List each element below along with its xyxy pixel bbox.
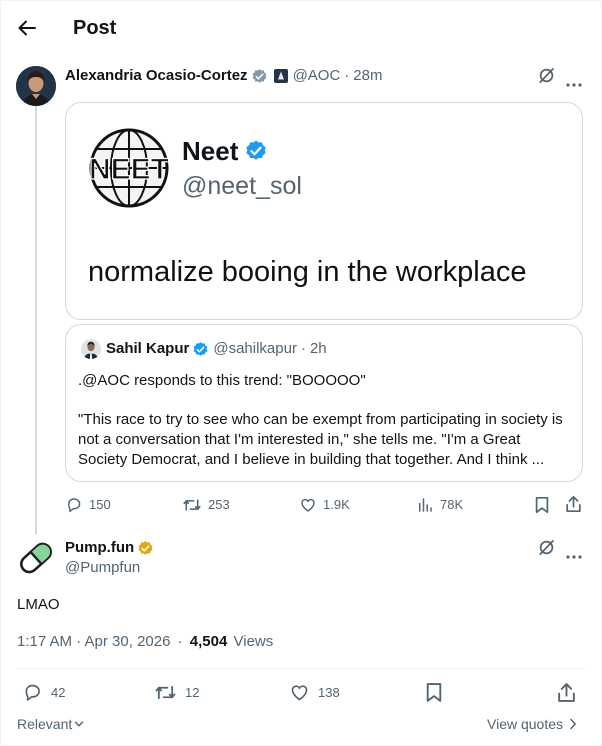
quoted-tweet[interactable]: Sahil Kapur @sahilkapur · 2h .@AOC respo… — [65, 324, 583, 482]
repost-icon — [155, 685, 176, 700]
repost-button[interactable]: 253 — [182, 496, 230, 514]
quoted-verified-icon — [192, 341, 209, 358]
reply-icon — [25, 684, 40, 701]
neet-logo: NEET — [88, 127, 170, 209]
reply-timestamp[interactable]: 1:17 AM · Apr 30, 2026 — [17, 633, 170, 650]
reply-repost-button[interactable]: 12 — [154, 682, 199, 703]
views-button[interactable]: 78K — [416, 496, 463, 514]
congress-affiliation-icon — [273, 69, 288, 83]
reply-repost-count: 12 — [185, 685, 200, 700]
tweet-image[interactable]: NEET Neet @neet_sol normalize booing in … — [65, 102, 583, 320]
neet-image-text: normalize booing in the workplace — [88, 256, 527, 288]
neet-name-row: Neet — [182, 136, 268, 166]
reply-views-label: Views — [233, 633, 274, 650]
quoted-time: 2h — [309, 340, 327, 357]
thread-line — [35, 106, 37, 534]
share-icon[interactable] — [565, 495, 582, 518]
reply-handle[interactable]: @Pumpfun — [65, 558, 140, 578]
back-arrow-icon[interactable] — [17, 18, 37, 38]
grok-icon[interactable] — [537, 66, 556, 90]
reply-button[interactable]: 150 — [65, 496, 111, 514]
parent-author-name[interactable]: Alexandria Ocasio-Cortez — [65, 66, 248, 86]
reply-meta-row: 1:17 AM · Apr 30, 2026 · 4,504 Views — [17, 632, 273, 652]
reply-count: 150 — [89, 497, 111, 512]
gold-verified-icon — [137, 540, 154, 557]
reply-reply-button[interactable]: 42 — [22, 682, 65, 703]
neet-logo-text: NEET — [89, 153, 169, 186]
more-options-icon[interactable] — [566, 74, 582, 92]
quoted-author-row: Sahil Kapur @sahilkapur · 2h — [106, 339, 327, 359]
avatar-sahil — [81, 339, 101, 359]
verified-badge-icon — [251, 68, 268, 85]
sort-dropdown[interactable]: Relevant — [17, 716, 84, 732]
quoted-handle: @sahilkapur — [213, 340, 297, 357]
heart-icon — [291, 685, 308, 701]
avatar-pumpfun[interactable] — [16, 538, 56, 578]
sort-label: Relevant — [17, 716, 73, 732]
avatar-aoc[interactable] — [16, 66, 56, 106]
reply-author-row: Pump.fun — [65, 538, 154, 558]
dot-separator: · — [344, 67, 350, 84]
parent-handle[interactable]: @AOC — [293, 66, 341, 86]
parent-time[interactable]: 28m — [353, 66, 382, 86]
quoted-author-name: Sahil Kapur — [106, 340, 190, 357]
chevron-down-icon — [74, 719, 84, 729]
view-quotes-link[interactable]: View quotes — [487, 716, 577, 732]
dot-separator: · — [300, 340, 306, 357]
divider — [17, 668, 585, 669]
like-button[interactable]: 1.9K — [299, 496, 350, 514]
bookmark-icon[interactable] — [425, 682, 443, 708]
repost-icon — [183, 499, 201, 511]
reply-like-count: 138 — [318, 685, 340, 700]
reply-like-button[interactable]: 138 — [289, 682, 340, 703]
neet-account-handle: @neet_sol — [182, 172, 302, 200]
view-quotes-label: View quotes — [487, 716, 564, 732]
neet-verified-icon — [244, 139, 268, 163]
quoted-text-line1: .@AOC responds to this trend: "BOOOOO" — [78, 372, 366, 389]
views-count: 78K — [440, 497, 464, 512]
page-title: Post — [73, 17, 117, 39]
reply-reply-count: 42 — [51, 685, 66, 700]
reply-author-name[interactable]: Pump.fun — [65, 538, 134, 558]
grok-icon[interactable] — [537, 538, 556, 562]
reply-icon — [68, 498, 81, 513]
bookmark-icon[interactable] — [534, 496, 550, 519]
reply-views-count: 4,504 — [189, 633, 228, 650]
quoted-text-line2: "This race to try to see who can be exem… — [78, 411, 563, 468]
share-icon[interactable] — [557, 682, 576, 708]
like-count: 1.9K — [323, 497, 350, 512]
dot-separator: · — [177, 633, 183, 650]
repost-count: 253 — [208, 497, 230, 512]
heart-icon — [301, 498, 315, 512]
parent-author-row: Alexandria Ocasio-Cortez @AOC · 28m — [65, 66, 382, 86]
views-icon — [419, 498, 432, 512]
chevron-right-icon — [569, 718, 577, 730]
neet-account-name: Neet — [182, 136, 239, 166]
reply-text: LMAO — [17, 596, 60, 613]
more-options-icon[interactable] — [566, 546, 582, 564]
